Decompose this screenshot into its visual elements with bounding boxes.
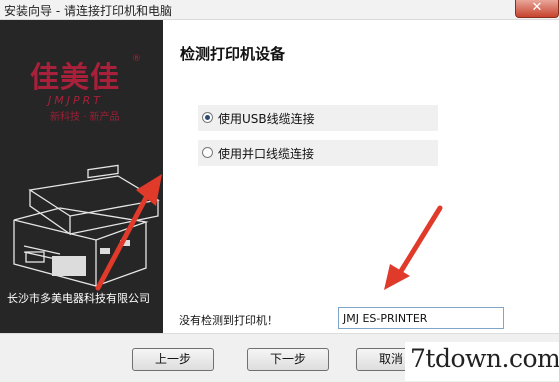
window-title: 安装向导 - 请连接打印机和电脑 [4,4,172,18]
close-icon[interactable]: ✕ [516,0,558,15]
watermark-text: 7tdown.com [410,344,559,373]
registered-mark: ® [132,54,141,64]
not-detected-label: 没有检测到打印机！ [179,314,278,327]
parallel-radio[interactable] [202,147,213,158]
title-bar: 安装向导 - 请连接打印机和电脑 ✕ [0,0,559,20]
brand-logo-text: 佳美佳 [30,60,121,94]
company-name: 长沙市多美电器科技有限公司 [7,292,150,305]
next-button[interactable]: 下一步 [247,348,329,371]
option-parallel[interactable]: 使用并口线缆连接 [198,140,438,166]
printer-name-field[interactable]: JMJ ES-PRINTER [338,307,504,329]
brand-english: JMJPRT [48,94,103,107]
page-title: 检测打印机设备 [180,45,286,63]
option-usb[interactable]: 使用USB线缆连接 [198,105,438,131]
usb-radio[interactable] [202,112,213,123]
brand-slogan: 新科技 · 新产品 [50,112,120,123]
red-arrow-icon [95,174,162,291]
parallel-option-label[interactable]: 使用并口线缆连接 [218,145,314,162]
close-button[interactable]: ✕ [515,0,559,18]
back-button[interactable]: 上一步 [132,348,214,371]
main-panel: 检测打印机设备 使用USB线缆连接 使用并口线缆连接 没有检测到打印机！ JMJ… [163,20,559,333]
brand-banner: 佳美佳 ® JMJPRT 新科技 · 新产品 长沙市多美电器科技有限公司 [0,20,163,333]
usb-option-label[interactable]: 使用USB线缆连接 [218,110,315,127]
red-arrow-icon [384,205,443,290]
radio-selected-dot [205,115,210,120]
